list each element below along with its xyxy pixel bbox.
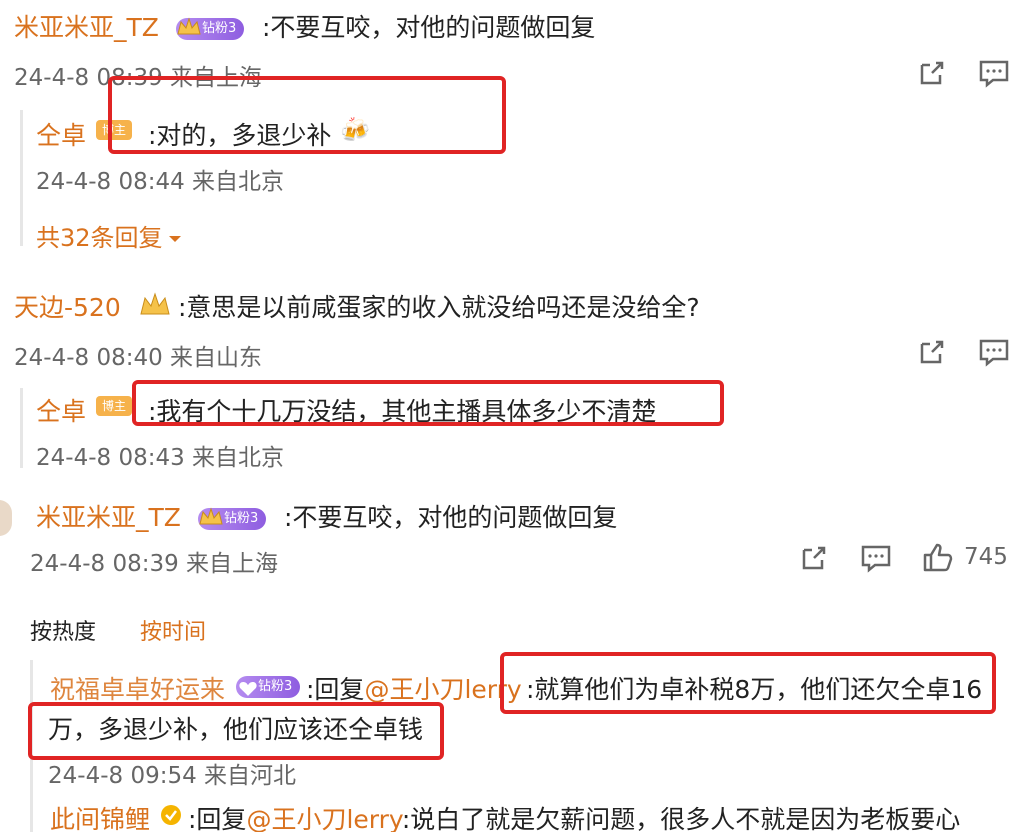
reply-username[interactable]: 此间锦鲤 [50,800,150,832]
comment-text: :不要互咬，对他的问题做回复 [262,13,596,42]
like-count: 745 [964,544,1008,570]
like-icon[interactable] [920,540,956,576]
reply-meta: 24-4-8 09:54 来自河北 [48,763,297,789]
highlight-box [108,76,506,154]
comment-username[interactable]: 米亚米亚_TZ [14,8,159,44]
comment-username[interactable]: 米亚米亚_TZ [36,498,181,534]
reply-text: :回复@王小刀lerry [306,675,522,704]
share-icon[interactable] [914,55,950,91]
reply-username[interactable]: 仝卓 [36,116,86,152]
comment-username[interactable]: 天边-520 [14,288,121,324]
highlight-box [500,652,996,714]
thread-line [20,110,23,246]
verified-icon [161,805,181,825]
comment-icon[interactable] [976,55,1012,91]
reply-username[interactable]: 祝福卓卓好运来 [50,670,225,706]
avatar[interactable] [0,500,12,536]
comment-icon[interactable] [976,334,1012,370]
comment-text: :意思是以前咸蛋家的收入就没给吗还是没给全? [178,293,700,322]
mention-link[interactable]: @王小刀lerry [246,805,401,832]
crown-icon [199,507,223,525]
reply-meta: 24-4-8 08:44 来自北京 [36,169,285,195]
fan-badge: 钻粉3 [236,676,301,698]
comment-meta: 24-4-8 08:39 来自上海 [30,551,279,577]
share-icon[interactable] [914,334,950,370]
crown-icon [140,292,170,315]
mention-link[interactable]: @王小刀lerry [364,675,521,704]
share-icon[interactable] [796,540,832,576]
reply-username[interactable]: 仝卓 [36,392,86,428]
comment-text: :不要互咬，对他的问题做回复 [284,503,618,532]
tab-sort-time[interactable]: 按时间 [140,614,206,646]
author-badge: 博主 [96,396,133,416]
highlight-box [132,380,724,426]
comment-icon[interactable] [858,540,894,576]
chevron-down-icon [168,236,181,242]
fan-badge: 钻粉3 [176,17,245,40]
reply-meta: 24-4-8 08:43 来自北京 [36,445,285,471]
highlight-box [28,702,444,760]
heart-icon [239,681,257,696]
fan-badge: 钻粉3 [198,507,267,530]
thread-line [20,388,23,468]
comment-meta: 24-4-8 08:40 来自山东 [14,345,263,371]
crown-icon [177,17,201,35]
tab-sort-hot[interactable]: 按热度 [30,614,96,646]
expand-replies-link[interactable]: 共32条回复 [36,218,183,253]
reply-text: :回复@王小刀lerry:说白了就是欠薪问题，很多人不就是因为老板要心 [188,805,961,832]
